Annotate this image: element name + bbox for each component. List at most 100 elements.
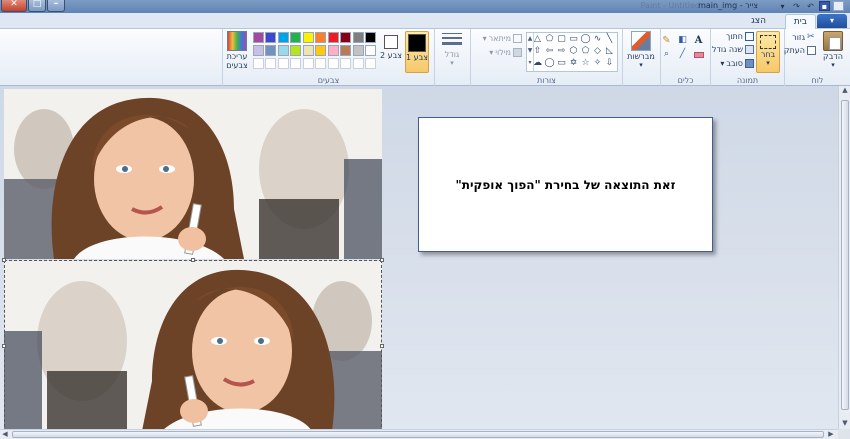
shape-oval-icon[interactable]: ◯ [580, 34, 591, 44]
shape-star6-icon[interactable]: ✡ [568, 58, 579, 68]
tab-view[interactable]: הצג [743, 14, 774, 29]
custom-color-slot[interactable] [352, 58, 364, 69]
palette-swatch[interactable] [277, 45, 289, 56]
color1-button[interactable]: צבע 1 [405, 31, 429, 73]
copy-button[interactable]: העתק [784, 46, 816, 55]
selection-rectangle[interactable] [4, 260, 382, 432]
shape-diamond-icon[interactable]: ◇ [592, 46, 603, 56]
edit-colors-button[interactable]: עריכת צבעים [224, 31, 250, 70]
custom-color-slot[interactable] [302, 58, 314, 69]
selection-handle-left[interactable] [2, 344, 6, 348]
save-icon[interactable]: ▪ [819, 1, 830, 11]
palette-swatch[interactable] [352, 45, 364, 56]
select-button[interactable]: בחר ▾ [756, 31, 780, 73]
palette-swatch[interactable] [265, 32, 276, 43]
palette-swatch[interactable] [265, 45, 276, 56]
paste-dropdown-icon[interactable]: ▾ [820, 61, 846, 69]
scroll-down-icon[interactable]: ▼ [839, 419, 850, 429]
palette-swatch[interactable] [340, 45, 351, 56]
redo-icon[interactable]: ↷ [791, 1, 802, 11]
pencil-icon[interactable]: ✎ [660, 35, 673, 46]
vertical-scrollbar[interactable]: ▲ ▼ [838, 86, 850, 429]
selection-handle-top[interactable] [191, 258, 195, 262]
shape-star5-icon[interactable]: ☆ [580, 58, 591, 68]
size-button[interactable]: גודל ▾ [439, 31, 465, 67]
color-picker-icon[interactable]: ╱ [676, 49, 689, 59]
paste-button[interactable]: הדבק ▾ [820, 31, 846, 69]
eraser-icon[interactable] [693, 52, 704, 58]
shape-star4-icon[interactable]: ✧ [592, 58, 603, 68]
outline-button[interactable]: מיתאר ▾ [483, 34, 522, 43]
custom-color-slot[interactable] [340, 58, 351, 69]
color2-button[interactable]: צבע 2 [380, 31, 402, 60]
fill-icon[interactable]: ◧ [676, 35, 689, 46]
selection-handle-right[interactable] [380, 344, 384, 348]
palette-swatch[interactable] [252, 32, 264, 43]
image-canvas[interactable] [2, 89, 384, 433]
custom-color-slot[interactable] [327, 58, 339, 69]
magnifier-icon[interactable]: ⌕ [660, 49, 673, 59]
minimize-button[interactable]: – [47, 0, 65, 12]
selection-handle-top-right[interactable] [380, 258, 384, 262]
shape-callout-oval-icon[interactable]: ◯ [544, 58, 555, 68]
shape-right-triangle-icon[interactable]: ◺ [604, 46, 615, 56]
scroll-right-icon[interactable]: ▶ [826, 430, 836, 439]
shape-polygon-icon[interactable]: ⬠ [544, 34, 555, 44]
resize-button[interactable]: שנה גודל [712, 45, 754, 54]
cut-button[interactable]: ✂ גזור [792, 33, 816, 43]
palette-swatch[interactable] [302, 32, 314, 43]
clipboard-group-label: לוח [811, 76, 824, 85]
shapes-gallery[interactable]: ╲ ∿ ◯ ▭ ▢ ⬠ △ ◺ ◇ ⬠ ⬡ ⇨ ⇦ ⇧ ⇩ ✧ ☆ ✡ ▭ ◯ … [526, 32, 618, 72]
shapes-scroll-icon[interactable]: ▲ ▼ ▾ [527, 33, 534, 71]
scroll-left-icon[interactable]: ◀ [0, 430, 10, 439]
horizontal-scroll-thumb[interactable] [12, 431, 824, 438]
size-dropdown-icon: ▾ [450, 59, 454, 67]
shape-hexagon-icon[interactable]: ⬡ [568, 46, 579, 56]
palette-swatch[interactable] [290, 32, 301, 43]
shape-line-icon[interactable]: ╲ [604, 34, 615, 44]
horizontal-scrollbar[interactable]: ◀ ▶ [0, 429, 838, 439]
file-menu-button[interactable]: ▾ [817, 14, 847, 28]
undo-icon[interactable]: ↶ [805, 1, 816, 11]
palette-swatch[interactable] [302, 45, 314, 56]
rotate-button[interactable]: סובב ▾ [720, 59, 754, 68]
palette-swatch[interactable] [252, 45, 264, 56]
brushes-button[interactable]: מברשות ▾ [626, 31, 656, 69]
customize-qat-icon[interactable]: ▾ [777, 1, 788, 11]
palette-swatch[interactable] [340, 32, 351, 43]
palette-swatch[interactable] [315, 45, 326, 56]
selection-handle-top-left[interactable] [2, 258, 6, 262]
text-icon[interactable]: A [692, 35, 705, 46]
palette-swatch[interactable] [327, 32, 339, 43]
custom-color-slot[interactable] [265, 58, 276, 69]
custom-color-slot[interactable] [365, 58, 376, 69]
crop-button[interactable]: חתוך [726, 32, 754, 41]
shape-pentagon-icon[interactable]: ⬠ [580, 46, 591, 56]
custom-color-slot[interactable] [315, 58, 326, 69]
palette-swatch[interactable] [277, 32, 289, 43]
fill-button[interactable]: מילוי ▾ [489, 48, 522, 57]
paint-app-icon[interactable] [833, 1, 844, 11]
palette-swatch[interactable] [365, 32, 376, 43]
shape-arrow-left-icon[interactable]: ⇦ [544, 46, 555, 56]
palette-swatch[interactable] [315, 32, 326, 43]
close-button[interactable]: ✕ [1, 0, 27, 12]
palette-swatch[interactable] [327, 45, 339, 56]
custom-color-slot[interactable] [252, 58, 264, 69]
scroll-up-icon[interactable]: ▲ [839, 86, 850, 96]
shape-arrow-right-icon[interactable]: ⇨ [556, 46, 567, 56]
vertical-scroll-thumb[interactable] [841, 100, 849, 410]
palette-swatch[interactable] [365, 45, 376, 56]
shape-rounded-rect-icon[interactable]: ▢ [556, 34, 567, 44]
shape-curve-icon[interactable]: ∿ [592, 34, 603, 44]
shape-rectangle-icon[interactable]: ▭ [568, 34, 579, 44]
palette-swatch[interactable] [290, 45, 301, 56]
tab-home[interactable]: בית [784, 14, 816, 29]
palette-swatch[interactable] [352, 32, 364, 43]
brushes-group: מברשות ▾ [622, 29, 660, 86]
shape-arrow-down-icon[interactable]: ⇩ [604, 58, 615, 68]
custom-color-slot[interactable] [277, 58, 289, 69]
shape-callout-rect-icon[interactable]: ▭ [556, 58, 567, 68]
custom-color-slot[interactable] [290, 58, 301, 69]
maximize-button[interactable]: □ [28, 0, 46, 12]
